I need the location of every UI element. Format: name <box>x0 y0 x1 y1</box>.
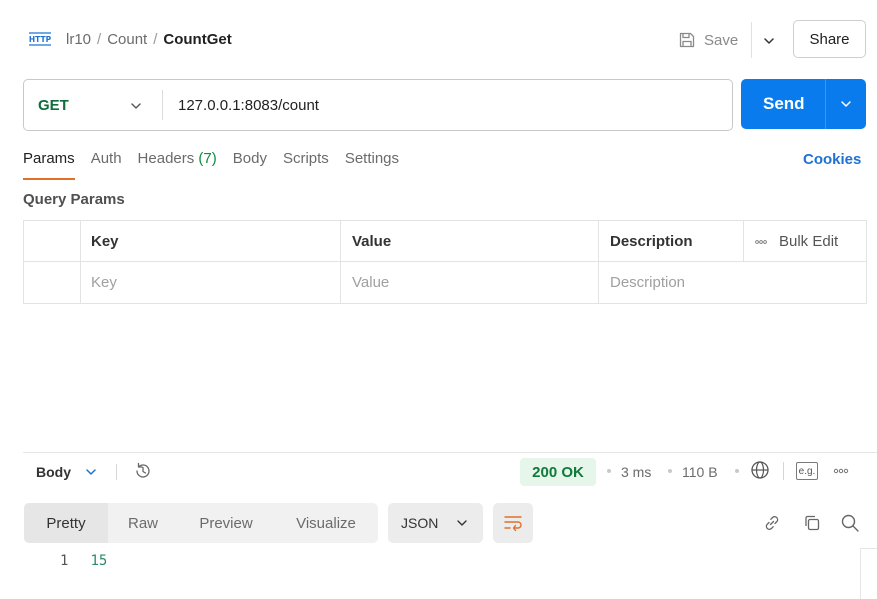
meta-separator <box>607 469 611 473</box>
table-row: Key Value Description <box>24 262 866 303</box>
tab-params[interactable]: Params <box>23 150 75 180</box>
http-icon: HTTP <box>29 32 52 46</box>
save-divider <box>751 22 752 58</box>
send-label: Send <box>763 94 805 113</box>
column-header-description: Description <box>610 233 693 250</box>
bulk-edit-label: Bulk Edit <box>779 233 839 250</box>
column-divider <box>743 221 744 262</box>
more-horizontal-icon[interactable] <box>833 468 849 474</box>
svg-text:HTTP: HTTP <box>29 35 52 44</box>
response-section-chevron-down-icon[interactable] <box>84 465 98 479</box>
save-button[interactable]: Save <box>678 26 738 54</box>
copy-icon[interactable] <box>802 513 822 533</box>
more-horizontal-icon <box>755 239 767 244</box>
query-params-table: Key Value Description Bulk Edit Key Valu… <box>23 220 867 304</box>
line-number: 1 <box>60 553 69 569</box>
query-params-title: Query Params <box>23 191 125 208</box>
response-divider[interactable] <box>23 452 877 453</box>
tab-headers[interactable]: Headers (7) <box>138 150 217 180</box>
response-section-label[interactable]: Body <box>36 464 71 480</box>
wrap-lines-icon <box>504 516 522 532</box>
param-value-input[interactable]: Value <box>352 274 389 291</box>
tab-scripts[interactable]: Scripts <box>283 150 329 180</box>
save-options-chevron-down-icon[interactable] <box>760 32 778 50</box>
save-as-example-icon[interactable]: e.g. <box>796 462 818 480</box>
tab-body[interactable]: Body <box>233 150 267 180</box>
column-header-value: Value <box>352 233 392 250</box>
column-divider <box>598 221 599 303</box>
format-select[interactable]: JSON <box>388 503 483 543</box>
wrap-lines-button[interactable] <box>493 503 533 543</box>
response-size[interactable]: 110 B <box>682 464 718 480</box>
breadcrumb-folder[interactable]: Count <box>107 31 147 48</box>
response-view-tabs: Pretty Raw Preview Visualize <box>24 503 378 543</box>
breadcrumb: lr10 / Count / CountGet <box>66 31 232 48</box>
breadcrumb-separator: / <box>153 31 158 48</box>
breadcrumb-request-name[interactable]: CountGet <box>163 31 231 48</box>
share-button[interactable]: Share <box>793 20 866 58</box>
method-chevron-down-icon[interactable] <box>128 98 144 114</box>
search-icon[interactable] <box>840 513 860 533</box>
scrollbar[interactable] <box>860 548 877 599</box>
toolbar-divider <box>116 464 117 480</box>
response-time[interactable]: 3 ms <box>621 464 651 480</box>
response-value[interactable]: 15 <box>90 553 107 569</box>
column-header-key: Key <box>91 233 119 250</box>
meta-separator <box>668 469 672 473</box>
response-code-line: 1 15 <box>60 553 107 569</box>
globe-icon[interactable] <box>750 460 770 480</box>
tab-settings[interactable]: Settings <box>345 150 399 180</box>
format-chevron-down-icon <box>457 520 467 526</box>
url-bar: GET <box>23 79 733 131</box>
breadcrumb-separator: / <box>97 31 102 48</box>
table-header-row: Key Value Description Bulk Edit <box>24 221 866 262</box>
save-icon <box>679 32 695 48</box>
tab-auth[interactable]: Auth <box>91 150 122 180</box>
meta-separator <box>735 469 739 473</box>
method-select[interactable]: GET <box>38 97 69 114</box>
cookies-link[interactable]: Cookies <box>803 151 861 168</box>
column-divider <box>80 221 81 303</box>
view-tab-visualize[interactable]: Visualize <box>278 503 374 543</box>
request-header: HTTP lr10 / Count / CountGet Save Share <box>0 0 877 80</box>
url-input[interactable] <box>178 94 718 116</box>
param-key-input[interactable]: Key <box>91 274 117 291</box>
headers-count-badge: (7) <box>198 150 217 167</box>
format-label: JSON <box>401 515 439 531</box>
save-label: Save <box>704 31 739 49</box>
bulk-edit-button[interactable]: Bulk Edit <box>755 233 838 250</box>
toolbar-divider <box>783 462 784 480</box>
url-divider <box>162 90 163 120</box>
send-options-chevron-down-icon[interactable] <box>838 96 854 112</box>
request-tabs: Params Auth Headers (7) Body Scripts Set… <box>23 150 415 180</box>
view-tab-preview[interactable]: Preview <box>182 503 270 543</box>
status-badge[interactable]: 200 OK <box>520 458 596 486</box>
tab-headers-label: Headers <box>137 150 195 167</box>
send-button[interactable]: Send <box>741 79 866 129</box>
column-divider <box>340 221 341 303</box>
view-tab-raw[interactable]: Raw <box>112 503 174 543</box>
history-icon[interactable] <box>133 461 153 481</box>
breadcrumb-collection[interactable]: lr10 <box>66 31 91 48</box>
param-description-input[interactable]: Description <box>610 274 685 291</box>
view-tab-pretty[interactable]: Pretty <box>24 503 108 543</box>
send-divider <box>825 79 826 129</box>
link-icon[interactable] <box>762 513 782 533</box>
